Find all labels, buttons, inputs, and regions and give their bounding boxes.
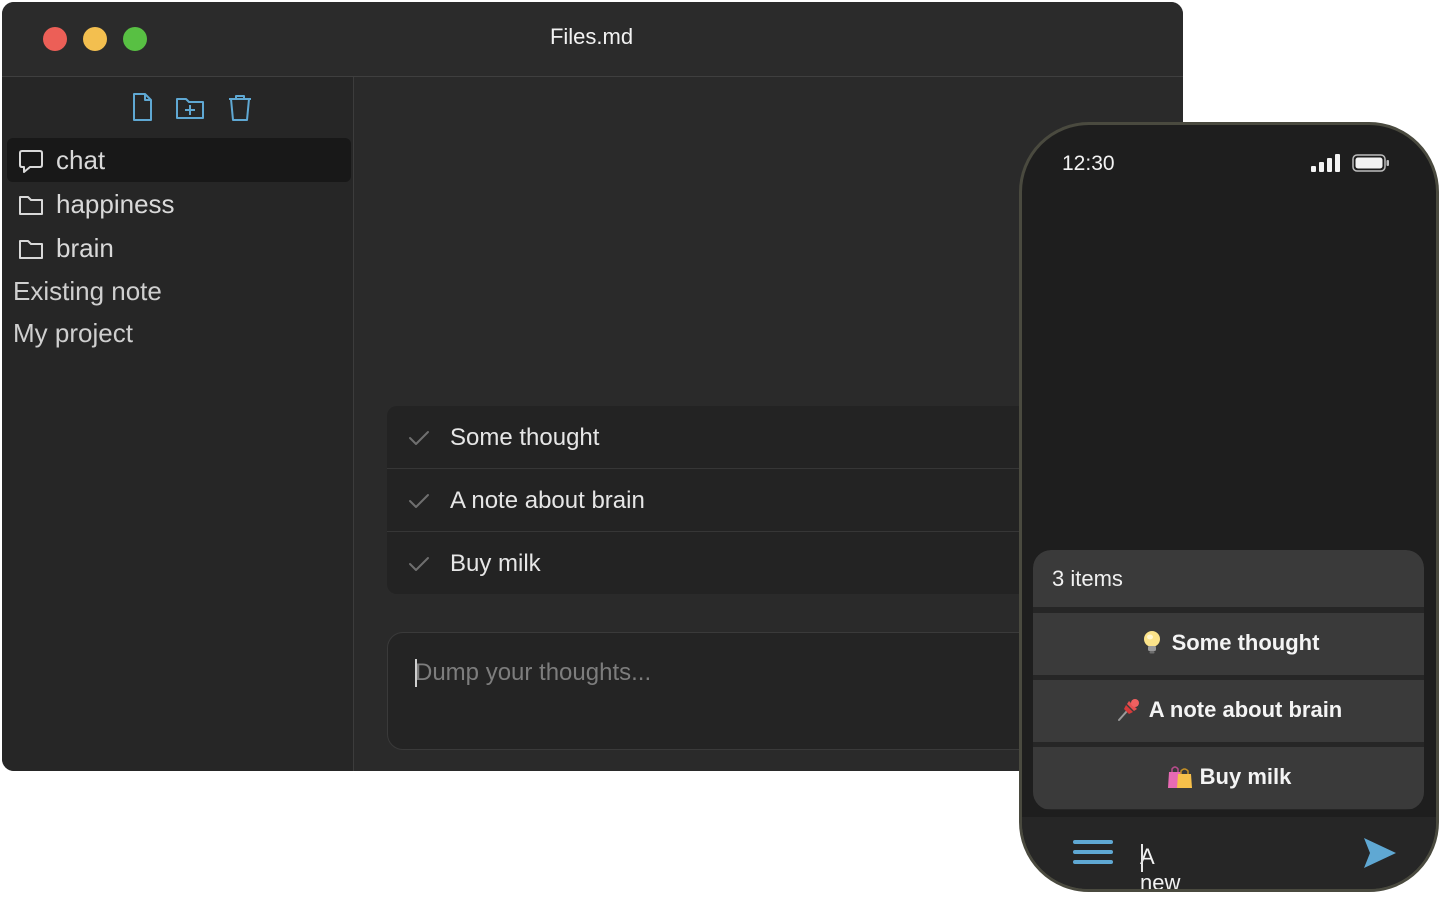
item-text: Some thought	[1171, 630, 1320, 655]
trash-icon	[229, 95, 251, 121]
pushpin-icon	[1115, 695, 1143, 723]
item-text: Buy milk	[1199, 764, 1292, 789]
send-icon	[1364, 838, 1396, 868]
item-text: A note about brain	[1148, 697, 1343, 722]
thoughts-input-placeholder: Dump your thoughts...	[415, 659, 652, 686]
folder-icon	[17, 191, 45, 219]
delete-button[interactable]	[224, 91, 256, 123]
new-note-input[interactable]: A new note	[1140, 832, 1350, 889]
desktop-window: Files.md chat happiness brain Existing n…	[2, 2, 1183, 771]
new-folder-button[interactable]	[174, 91, 206, 123]
sidebar-item-label: chat	[56, 145, 106, 175]
entry-text: A note about brain	[450, 487, 645, 514]
items-count: 3 items	[1052, 566, 1123, 591]
stage: Files.md chat happiness brain Existing n…	[0, 0, 1447, 900]
text-caret	[415, 659, 417, 687]
list-item[interactable]: A note about brain	[1033, 680, 1424, 742]
folder-plus-icon	[176, 98, 204, 119]
status-time: 12:30	[1062, 152, 1115, 175]
checkmark-icon	[407, 489, 431, 513]
phone-device: 12:30 3 items Some thought A note about …	[1019, 122, 1439, 892]
sidebar: chat happiness brain Existing note My pr…	[2, 77, 354, 771]
checkmark-icon	[407, 426, 431, 450]
chat-bubble-icon	[17, 147, 45, 175]
menu-button[interactable]	[1073, 838, 1113, 866]
sidebar-item-label: brain	[56, 233, 114, 263]
text-caret	[1141, 844, 1143, 872]
lightbulb-icon	[1138, 628, 1166, 656]
new-file-button[interactable]	[126, 91, 158, 123]
phone-input-bar: A new note	[1022, 817, 1436, 889]
sidebar-item-brain[interactable]: brain	[7, 226, 351, 270]
sidebar-item-happiness[interactable]: happiness	[7, 182, 351, 226]
list-item[interactable]: Some thought	[1033, 613, 1424, 675]
sidebar-note-my-project[interactable]: My project	[13, 318, 133, 349]
phone-note-list: 3 items Some thought A note about brain …	[1033, 550, 1424, 810]
items-count-row: 3 items	[1033, 550, 1424, 607]
entry-text: Some thought	[450, 424, 600, 451]
entry-text: Buy milk	[450, 550, 541, 577]
battery-icon	[1352, 154, 1390, 172]
folder-icon	[17, 235, 45, 263]
checkmark-icon	[407, 552, 431, 576]
list-item[interactable]: Buy milk	[1033, 747, 1424, 809]
hamburger-menu-icon	[1073, 840, 1113, 864]
titlebar: Files.md	[2, 2, 1183, 77]
sidebar-item-label: happiness	[56, 189, 175, 219]
signal-icon	[1311, 154, 1341, 172]
sidebar-item-chat[interactable]: chat	[7, 138, 351, 182]
sidebar-note-existing-note[interactable]: Existing note	[13, 276, 162, 307]
file-icon	[133, 93, 152, 121]
shopping-bags-icon	[1166, 762, 1194, 790]
send-button[interactable]	[1362, 836, 1398, 870]
window-title: Files.md	[549, 24, 634, 49]
new-note-input-value: A new note	[1140, 844, 1181, 892]
